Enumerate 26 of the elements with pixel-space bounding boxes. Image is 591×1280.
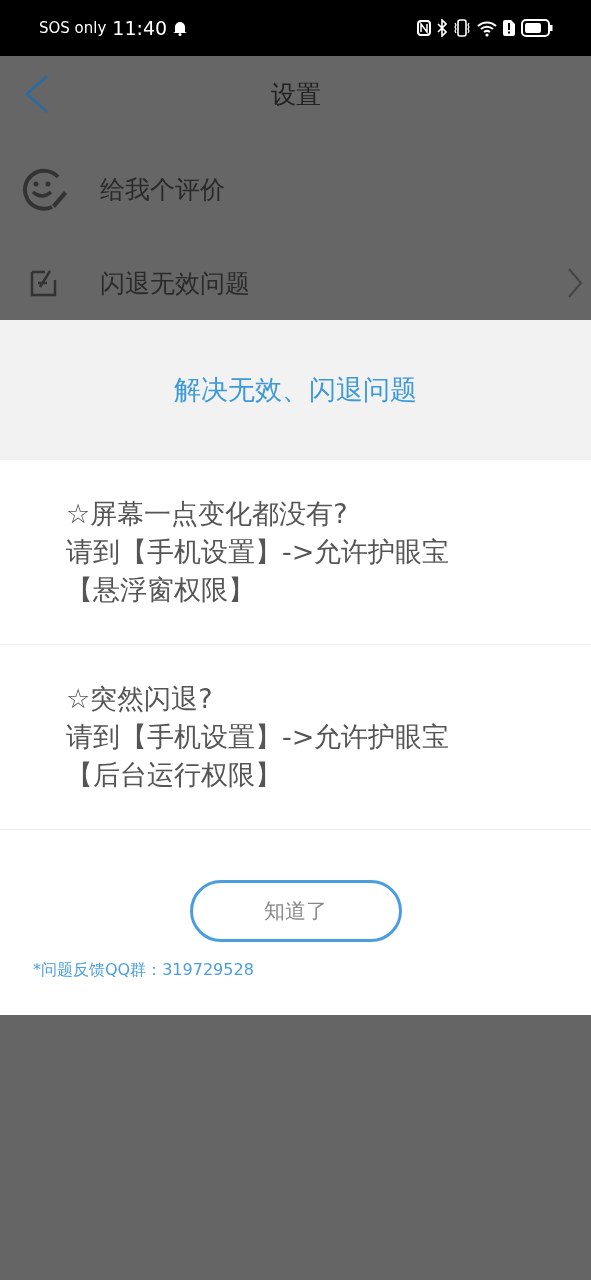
back-icon[interactable] — [24, 74, 50, 114]
tip-text: ☆屏幕一点变化都没有? — [66, 497, 349, 531]
sim-alert-icon — [503, 20, 515, 36]
tip-text: 【后台运行权限】 — [66, 758, 283, 792]
tip-text: ☆突然闪退? — [66, 682, 214, 716]
nfc-icon — [417, 20, 431, 36]
carrier-text: SOS only — [39, 19, 107, 37]
smiley-pen-icon — [22, 167, 68, 211]
tip-text: 请到【手机设置】->允许护眼宝 — [66, 720, 451, 754]
settings-item-label[interactable]: 给我个评价 — [100, 172, 225, 206]
battery-icon — [521, 19, 553, 37]
settings-row[interactable]: 闪退无效问题 — [0, 246, 591, 320]
got-it-button[interactable]: 知道了 — [189, 880, 402, 942]
bell-icon — [173, 20, 188, 36]
clock-text: 11:40 — [112, 17, 168, 39]
vibrate-icon — [453, 19, 471, 37]
tip-text: 请到【手机设置】->允许护眼宝 — [66, 535, 451, 569]
chevron-right-icon[interactable] — [567, 267, 583, 299]
page-title: 设置 — [270, 78, 321, 111]
settings-item-label[interactable]: 闪退无效问题 — [100, 266, 250, 300]
tip-text: 【悬浮窗权限】 — [66, 573, 256, 607]
feedback-text: *问题反馈QQ群：319729528 — [33, 960, 254, 981]
wifi-icon — [477, 19, 497, 37]
dialog-title: 解决无效、闪退问题 — [174, 373, 417, 407]
settings-row[interactable]: 给我个评价 — [0, 132, 591, 246]
bluetooth-icon — [437, 19, 447, 37]
